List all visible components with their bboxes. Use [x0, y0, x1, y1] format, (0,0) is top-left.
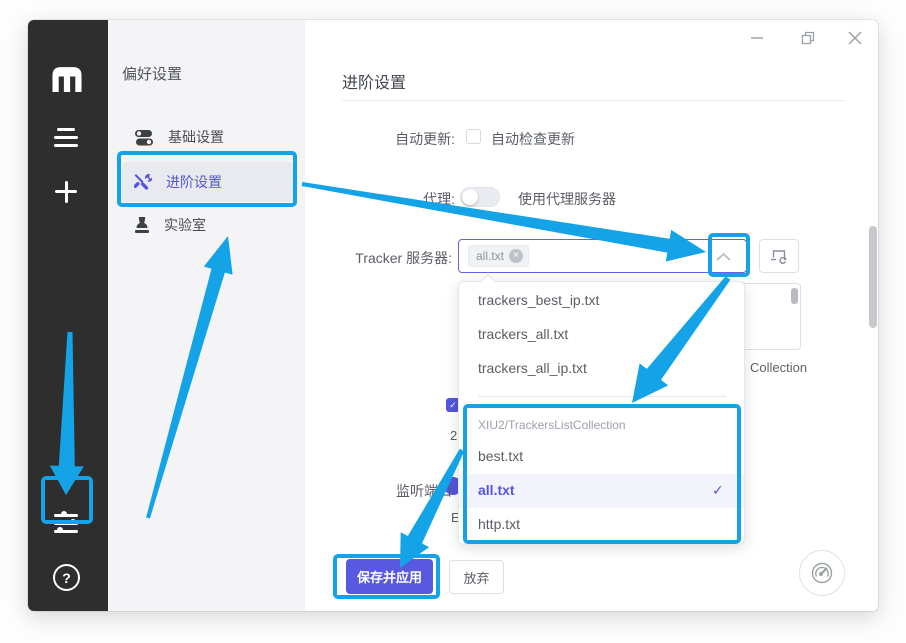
motrix-logo [49, 64, 85, 92]
auto-update-checkbox-label[interactable]: 自动检查更新 [491, 129, 575, 149]
nav-item-label: 实验室 [164, 215, 206, 235]
textarea-scrollbar-thumb[interactable] [791, 288, 798, 304]
tracker-tag: all.txt × [468, 245, 529, 267]
tracker-server-label: Tracker 服务器: [300, 248, 452, 268]
dropdown-item[interactable]: http.txt [478, 516, 520, 532]
dropdown-item[interactable]: trackers_all.txt [478, 326, 568, 342]
sync-icon [770, 248, 788, 264]
toggles-icon [134, 129, 154, 146]
minimize-button[interactable] [747, 30, 767, 46]
speed-fab-button[interactable] [799, 550, 845, 596]
task-list-icon[interactable] [57, 128, 75, 131]
nav-item-basic-settings[interactable]: 基础设置 [122, 117, 294, 157]
dropdown-item[interactable]: trackers_best_ip.txt [478, 292, 599, 308]
title-divider [342, 100, 845, 101]
nav-item-label: 进阶设置 [166, 172, 222, 192]
nav-title: 偏好设置 [122, 63, 182, 84]
collection-link-fragment[interactable]: Collection [750, 360, 807, 375]
tracker-server-select[interactable]: all.txt × [458, 239, 747, 273]
proxy-label: 代理: [330, 189, 455, 209]
main-scrollbar-thumb[interactable] [869, 226, 877, 328]
help-icon[interactable]: ? [53, 564, 80, 591]
dropdown-item[interactable]: best.txt [478, 448, 523, 464]
tag-close-icon[interactable]: × [509, 249, 523, 263]
save-button[interactable]: 保存并应用 [346, 559, 433, 594]
auto-update-checkbox[interactable] [466, 129, 481, 144]
tools-icon [134, 173, 152, 191]
sync-trackers-button[interactable] [759, 239, 799, 273]
nav-item-label: 基础设置 [168, 127, 224, 147]
app-sidebar [28, 20, 108, 611]
check-icon: ✓ [712, 482, 724, 499]
auto-update-label: 自动更新: [330, 129, 455, 149]
nav-item-lab[interactable]: 实验室 [122, 205, 294, 245]
dropdown-item-selected[interactable]: all.txt [478, 482, 515, 498]
discard-button[interactable]: 放弃 [449, 560, 504, 594]
dropdown-item[interactable]: trackers_all_ip.txt [478, 360, 587, 376]
page-title: 进阶设置 [342, 69, 406, 93]
sync-date-fragment: 2 [450, 428, 457, 443]
proxy-toggle[interactable] [460, 187, 500, 207]
nav-item-advanced-settings[interactable]: 进阶设置 [122, 162, 294, 202]
dropdown-divider [478, 396, 726, 397]
chevron-up-icon[interactable] [715, 252, 732, 262]
close-icon[interactable] [845, 28, 865, 48]
restore-button[interactable] [798, 28, 818, 48]
preferences-nav-panel [108, 20, 305, 611]
speedometer-icon [808, 559, 836, 587]
listen-port-label: 监听端口 [352, 481, 452, 501]
screenshot-canvas: ? 偏好设置 基础设置 进阶设置 实验室 [0, 0, 906, 643]
dropdown-group-header: XIU2/TrackersListCollection [478, 418, 626, 432]
proxy-toggle-label[interactable]: 使用代理服务器 [518, 189, 616, 209]
stamp-icon [134, 216, 150, 235]
